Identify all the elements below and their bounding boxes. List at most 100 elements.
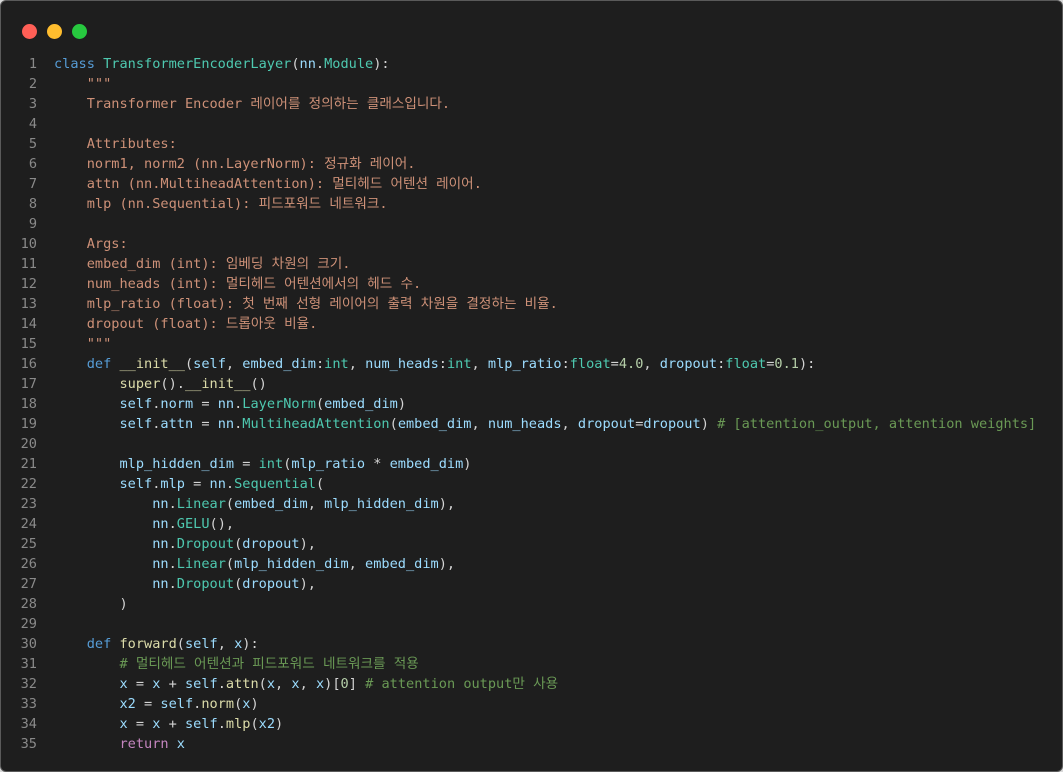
minimize-button[interactable] xyxy=(47,24,62,39)
line-number: 7 xyxy=(28,176,37,192)
code-text: self.mlp = nn.Sequential( xyxy=(54,474,324,494)
code-token: super xyxy=(119,376,161,392)
code-token: )[ xyxy=(324,676,341,692)
code-token: Transformer Encoder 레이어를 정의하는 클래스입니다. xyxy=(54,96,451,112)
code-token: ( xyxy=(225,496,235,512)
code-text: """ xyxy=(54,334,112,354)
line-number: 24 xyxy=(20,516,37,532)
code-window: 1 class TransformerEncoderLayer(nn.Module… xyxy=(0,0,1063,772)
line-number: 5 xyxy=(28,136,37,152)
code-token: , xyxy=(299,676,316,692)
code-text: mlp_hidden_dim = int(mlp_ratio * embed_d… xyxy=(54,454,471,474)
code-token: Attributes: xyxy=(54,136,177,152)
line-number: 18 xyxy=(20,396,37,412)
code-token: mlp_hidden_dim xyxy=(324,496,439,512)
code-token: : xyxy=(315,356,325,372)
code-token: nn xyxy=(217,396,235,412)
code-token: ), xyxy=(299,536,316,552)
code-token: mlp_ratio xyxy=(291,456,366,472)
code-token: mlp (nn.Sequential): 피드포워드 네트워크. xyxy=(54,196,388,212)
code-token: def xyxy=(86,356,112,372)
code-token: mlp_hidden_dim xyxy=(234,556,349,572)
code-token: forward xyxy=(119,636,177,652)
code-text: Transformer Encoder 레이어를 정의하는 클래스입니다. xyxy=(54,94,450,114)
code-token: , xyxy=(217,636,235,652)
code-text: class TransformerEncoderLayer(nn.Module)… xyxy=(54,54,390,74)
code-token: ) xyxy=(700,416,718,432)
code-token: dropout xyxy=(577,416,636,432)
code-token: = xyxy=(610,356,619,372)
code-token: embed_dim xyxy=(242,356,316,372)
line-number: 1 xyxy=(28,56,37,72)
code-token: embed_dim xyxy=(324,396,398,412)
code-token: Module xyxy=(324,56,374,72)
code-token: . xyxy=(168,516,177,532)
code-token: = xyxy=(234,456,259,472)
code-token: , xyxy=(471,416,488,432)
code-token: = xyxy=(127,716,153,732)
code-text: num_heads (int): 멀티헤드 어텐션에서의 헤드 수. xyxy=(54,274,421,294)
close-button[interactable] xyxy=(22,24,37,39)
code-token: + xyxy=(160,716,185,732)
code-line: 15 """ xyxy=(1,334,1062,354)
code-token: Sequential xyxy=(234,476,316,492)
code-token: , xyxy=(348,556,366,572)
line-number: 28 xyxy=(20,596,37,612)
code-token: # attention output만 사용 xyxy=(365,676,559,692)
code-token: int xyxy=(324,356,349,372)
code-token: LayerNorm xyxy=(242,396,316,412)
code-token: int xyxy=(446,356,472,372)
code-token: dropout xyxy=(242,576,300,592)
code-token: x2 xyxy=(119,696,136,712)
code-token: ( xyxy=(315,396,325,412)
code-line: 24 nn.GELU(), xyxy=(1,514,1062,534)
code-token: . xyxy=(168,496,177,512)
code-text: mlp_ratio (float): 첫 번째 선형 레이어의 출력 차원을 결… xyxy=(54,294,558,314)
code-token: embed_dim xyxy=(397,416,472,432)
line-number: 21 xyxy=(20,456,37,472)
code-line: 6 norm1, norm2 (nn.LayerNorm): 정규화 레이어. xyxy=(1,154,1062,174)
code-line: 13 mlp_ratio (float): 첫 번째 선형 레이어의 출력 차원… xyxy=(1,294,1062,314)
code-token: = xyxy=(127,676,153,692)
code-token: self xyxy=(119,416,153,432)
line-number: 23 xyxy=(20,496,37,512)
code-text: nn.Linear(mlp_hidden_dim, embed_dim), xyxy=(54,554,455,574)
line-number: 6 xyxy=(28,156,37,172)
line-number: 22 xyxy=(20,476,37,492)
code-token: ( xyxy=(250,716,259,732)
code-token: nn xyxy=(152,576,169,592)
line-number: 20 xyxy=(20,436,37,452)
code-line: 8 mlp (nn.Sequential): 피드포워드 네트워크. xyxy=(1,194,1062,214)
code-line: 1 class TransformerEncoderLayer(nn.Module… xyxy=(1,54,1062,74)
code-token: ( xyxy=(258,676,267,692)
code-line: 20 xyxy=(1,434,1062,454)
code-token: ( xyxy=(176,636,185,652)
code-token: , xyxy=(471,356,488,372)
code-token: nn xyxy=(152,496,169,512)
code-line: 22 self.mlp = nn.Sequential( xyxy=(1,474,1062,494)
code-token: : xyxy=(561,356,570,372)
code-line: 29 xyxy=(1,614,1062,634)
code-token: x xyxy=(291,676,300,692)
code-token: ) xyxy=(250,696,259,712)
code-token: mlp_hidden_dim xyxy=(119,456,235,472)
maximize-button[interactable] xyxy=(72,24,87,39)
code-line: 30 def forward(self, x): xyxy=(1,634,1062,654)
line-number: 12 xyxy=(20,276,37,292)
code-token: nn xyxy=(299,56,316,72)
code-token: """ xyxy=(54,336,112,352)
code-token: self xyxy=(193,356,226,372)
code-token: ), xyxy=(299,576,316,592)
code-token: nn xyxy=(217,416,235,432)
code-token: ), xyxy=(438,556,456,572)
code-token: . xyxy=(217,676,226,692)
